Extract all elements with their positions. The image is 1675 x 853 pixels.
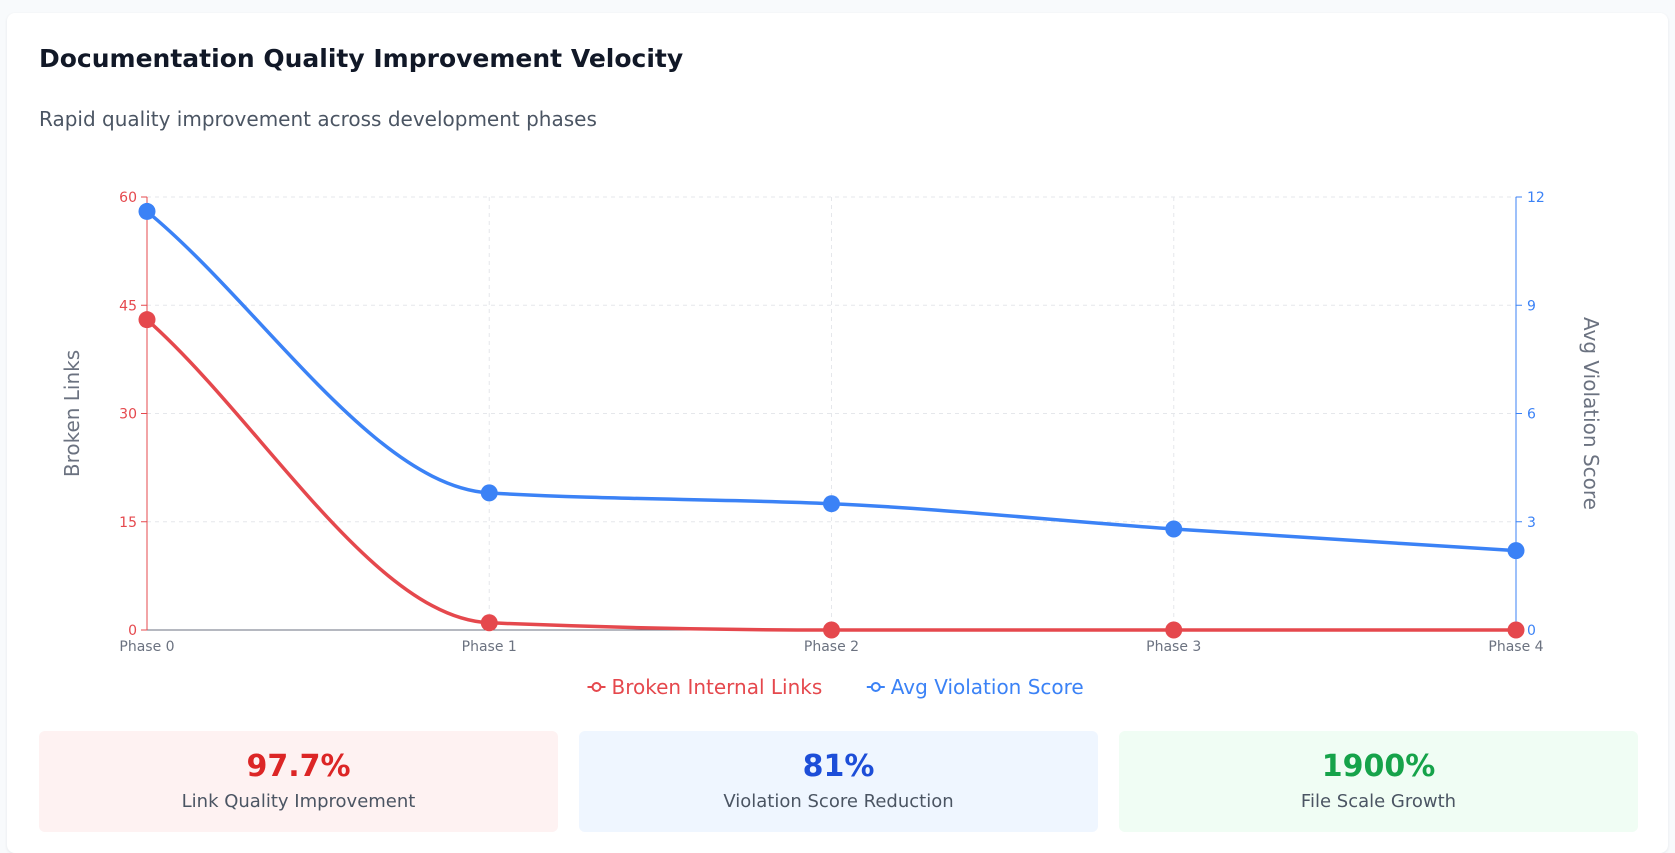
y-left-tick-label: 60	[119, 190, 137, 206]
data-point	[823, 621, 840, 639]
stat-card-link-quality: 97.7% Link Quality Improvement	[39, 731, 558, 832]
y-right-tick-label: 12	[1527, 190, 1545, 206]
y-left-tick-label: 45	[119, 298, 137, 314]
data-point	[1165, 520, 1183, 538]
y-axis-left-label: Broken Links	[60, 350, 84, 477]
x-tick-label: Phase 3	[1146, 639, 1201, 655]
data-point	[138, 202, 156, 220]
data-point	[823, 495, 840, 513]
legend-item: Broken Internal Links	[587, 675, 823, 699]
legend: Broken Internal Links Avg Violation Score	[587, 675, 1084, 699]
data-point	[480, 484, 498, 502]
x-tick-label: Phase 4	[1488, 639, 1543, 655]
stat-card-violation-reduction: 81% Violation Score Reduction	[579, 731, 1098, 832]
data-point	[480, 614, 498, 632]
y-right-tick-label: 3	[1527, 515, 1536, 531]
data-point	[138, 311, 156, 329]
y-left-tick-label: 15	[119, 515, 137, 531]
legend-label: Broken Internal Links	[612, 675, 823, 699]
stat-label: Violation Score Reduction	[723, 791, 954, 812]
y-right-tick-label: 6	[1527, 407, 1536, 423]
stat-label: Link Quality Improvement	[181, 791, 416, 812]
stat-label: File Scale Growth	[1300, 791, 1457, 812]
line-chart: Phase 0 Phase 1 Phase 2 Phase 3 Phase 401530…	[60, 190, 1603, 699]
legend-marker	[591, 682, 602, 692]
x-tick-label: Phase 0	[119, 639, 174, 655]
legend-label: Avg Violation Score	[891, 675, 1084, 699]
data-point	[1507, 621, 1525, 639]
y-left-tick-label: 0	[128, 623, 137, 639]
y-axis-right-label: Avg Violation Score	[1579, 317, 1603, 510]
data-point	[1507, 542, 1525, 560]
stat-card-file-scale: 1900% File Scale Growth	[1119, 731, 1638, 832]
legend-marker	[870, 682, 881, 692]
y-left-tick-label: 30	[119, 407, 137, 423]
legend-item: Avg Violation Score	[866, 675, 1084, 699]
y-right-tick-label: 9	[1527, 298, 1536, 314]
stat-value: 81%	[802, 749, 875, 784]
stat-value: 97.7%	[246, 749, 351, 784]
grid-lines	[147, 196, 1517, 630]
x-tick-label: Phase 2	[804, 639, 859, 655]
x-tick-label: Phase 1	[462, 639, 517, 655]
y-right-tick-label: 0	[1527, 623, 1536, 639]
data-point	[1165, 621, 1183, 639]
stat-value: 1900%	[1321, 749, 1436, 784]
